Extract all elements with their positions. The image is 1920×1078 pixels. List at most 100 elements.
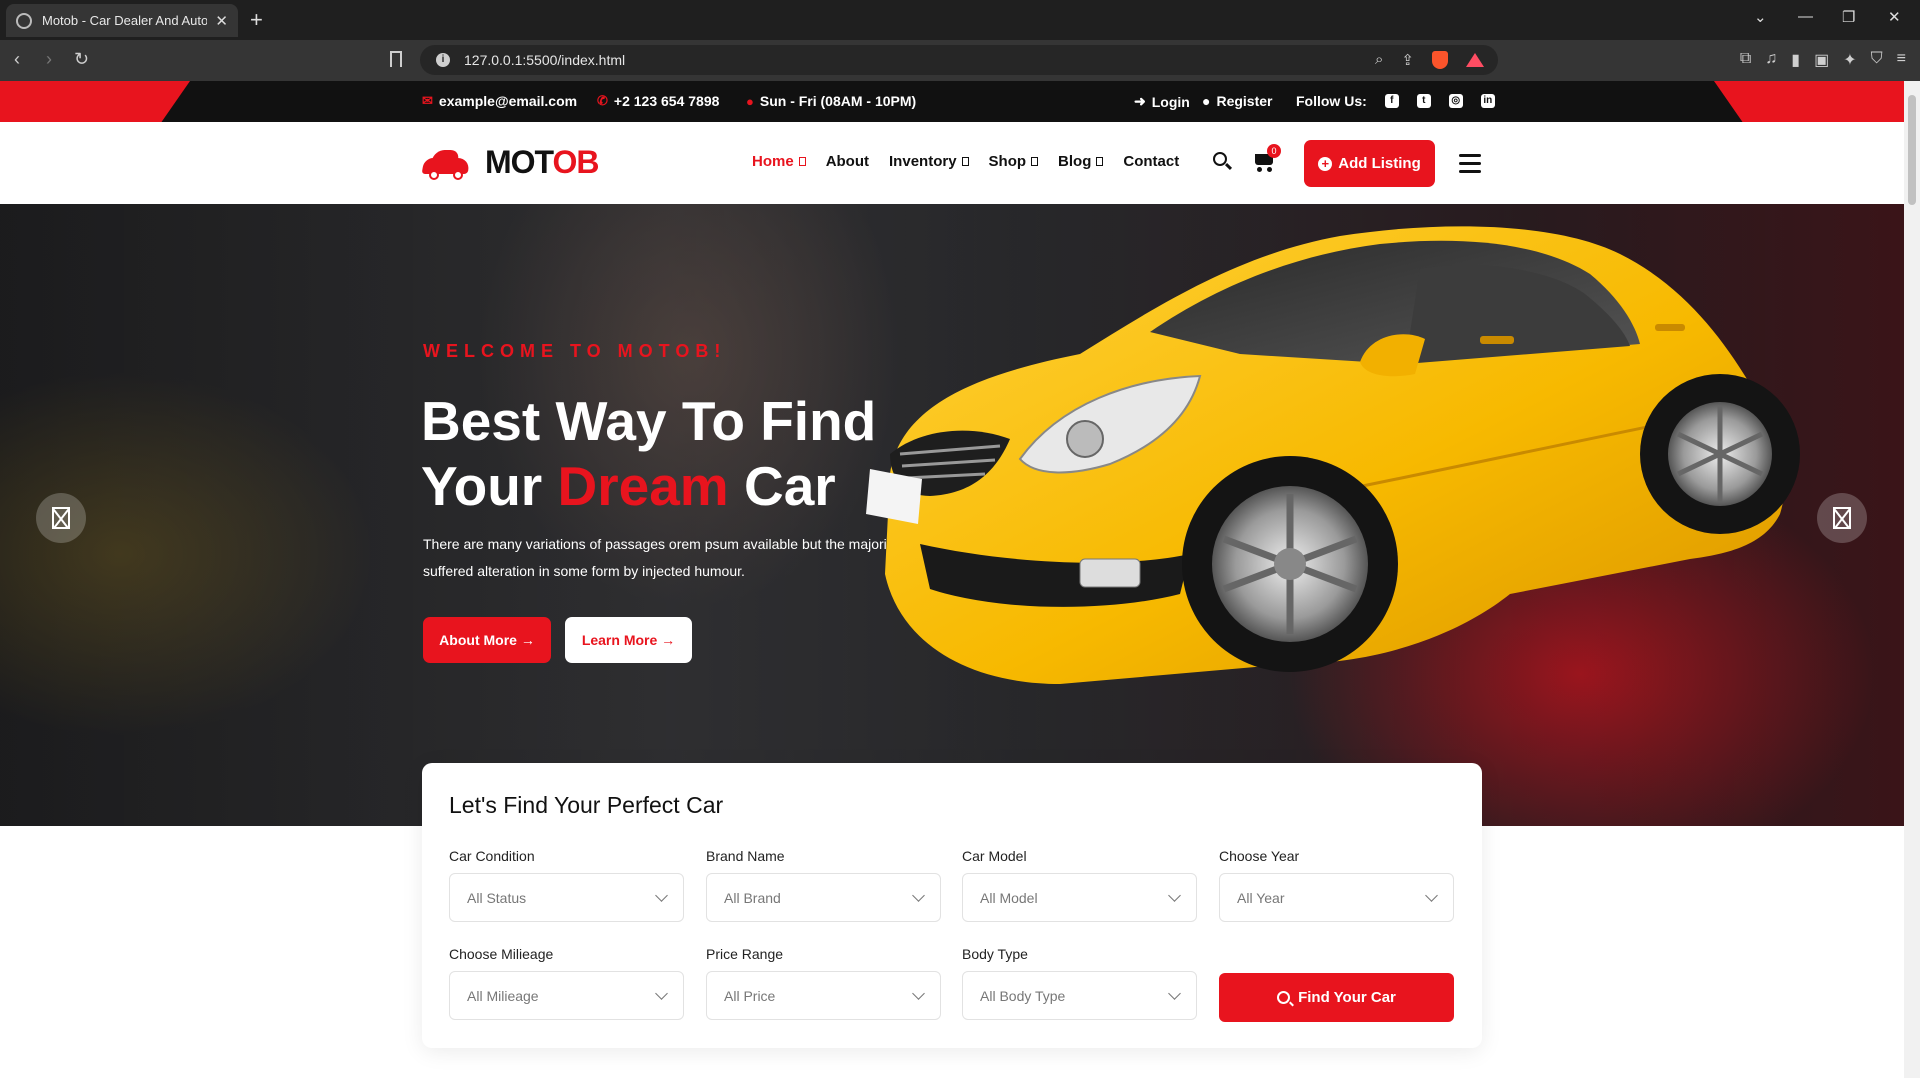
chevron-down-icon	[912, 888, 925, 902]
topbar-red-accent-left	[0, 81, 190, 122]
car-model-label: Car Model	[962, 848, 1027, 864]
hero-subtitle: WELCOME TO MOTOB!	[423, 341, 727, 361]
dropdown-icon	[798, 157, 806, 166]
hamburger-menu-icon[interactable]	[1459, 154, 1481, 173]
back-button[interactable]: ‹	[14, 49, 20, 70]
login-link[interactable]: ➜ Login	[1134, 93, 1190, 110]
restore-button[interactable]: ❐	[1842, 8, 1855, 26]
dropdown-icon	[1031, 157, 1039, 166]
follow-label: Follow Us:	[1296, 93, 1367, 109]
extensions-icon[interactable]: ⧉	[1740, 50, 1751, 70]
follow-us: Follow Us: f t ◎ in	[1296, 93, 1495, 109]
body-type-select[interactable]: All Body Type	[962, 971, 1197, 1020]
wallet-icon[interactable]: ▣	[1814, 50, 1829, 70]
menu-icon[interactable]: ≡	[1897, 50, 1906, 70]
tab-list-icon[interactable]: ⌄	[1754, 8, 1767, 26]
nav-contact[interactable]: Contact	[1123, 153, 1179, 170]
search-icon[interactable]	[1213, 152, 1233, 172]
topbar-email[interactable]: ✉ example@email.com	[422, 93, 577, 109]
price-range-field: Price Range All Price	[706, 946, 941, 1020]
body-type-field: Body Type All Body Type	[962, 946, 1197, 1020]
learn-more-button[interactable]: Learn More →	[565, 617, 692, 663]
topbar-phone[interactable]: ✆ +2 123 654 7898	[597, 93, 719, 109]
plus-icon: +	[1318, 156, 1333, 171]
user-icon: ●	[1202, 93, 1211, 109]
sidebar-icon[interactable]: ▮	[1791, 50, 1800, 70]
login-icon: ➜	[1134, 93, 1146, 109]
browser-tab-bar: Motob - Car Dealer And Autom ✕ + ⌄ — ❐ ✕	[0, 0, 1920, 40]
brave-shields-icon[interactable]	[1432, 51, 1448, 69]
new-tab-button[interactable]: +	[250, 7, 263, 33]
hero-car-image	[866, 226, 1800, 684]
nav-about[interactable]: About	[826, 153, 869, 170]
page-scrollbar[interactable]	[1904, 81, 1920, 1078]
brand-name-select[interactable]: All Brand	[706, 873, 941, 922]
url-text: 127.0.0.1:5500/index.html	[464, 52, 626, 68]
car-condition-select[interactable]: All Status	[449, 873, 684, 922]
address-bar[interactable]: i 127.0.0.1:5500/index.html ⌕ ⇪	[420, 45, 1498, 75]
hero-banner: WELCOME TO MOTOB! Best Way To Find Your …	[0, 204, 1904, 826]
scrollbar-thumb[interactable]	[1908, 95, 1916, 205]
zoom-icon[interactable]: ⌕	[1375, 51, 1383, 69]
top-info-bar: ✉ example@email.com ✆ +2 123 654 7898 ● …	[0, 81, 1904, 122]
cart-count-badge: 0	[1267, 144, 1281, 158]
leo-icon[interactable]: ✦	[1843, 50, 1856, 70]
linkedin-icon[interactable]: in	[1480, 94, 1495, 108]
envelope-icon: ✉	[422, 93, 433, 108]
twitter-icon[interactable]: t	[1416, 94, 1431, 108]
car-condition-field: Car Condition All Status	[449, 848, 684, 922]
choose-year-select[interactable]: All Year	[1219, 873, 1454, 922]
forward-button[interactable]: ›	[46, 49, 52, 70]
brave-rewards-icon[interactable]	[1466, 51, 1484, 67]
car-model-select[interactable]: All Model	[962, 873, 1197, 922]
nav-home[interactable]: Home	[752, 153, 806, 170]
register-link[interactable]: ● Register	[1202, 93, 1273, 109]
car-model-field: Car Model All Model	[962, 848, 1197, 922]
phone-icon: ✆	[597, 93, 608, 108]
chevron-down-icon	[655, 986, 668, 1000]
nav-shop[interactable]: Shop	[989, 153, 1039, 170]
close-window-button[interactable]: ✕	[1888, 8, 1901, 26]
main-nav: Home About Inventory Shop Blog Contact	[752, 153, 1179, 170]
topbar-hours: ● Sun - Fri (08AM - 10PM)	[746, 93, 916, 109]
car-search-form: Let's Find Your Perfect Car Car Conditio…	[422, 763, 1482, 1048]
chevron-down-icon	[1425, 888, 1438, 902]
dropdown-icon	[961, 157, 969, 166]
browser-tab[interactable]: Motob - Car Dealer And Autom ✕	[6, 4, 238, 37]
chevron-down-icon	[1168, 888, 1181, 902]
add-listing-label: Add Listing	[1338, 155, 1421, 172]
share-icon[interactable]: ⇪	[1401, 51, 1414, 69]
vpn-icon[interactable]: ⛉	[1871, 50, 1883, 70]
minimize-button[interactable]: —	[1798, 8, 1813, 25]
facebook-icon[interactable]: f	[1384, 94, 1399, 108]
login-text: Login	[1151, 93, 1190, 110]
instagram-icon[interactable]: ◎	[1448, 94, 1463, 108]
about-more-button[interactable]: About More →	[423, 617, 551, 663]
logo-text: MOTOB	[485, 144, 600, 180]
cart-icon[interactable]: 0	[1252, 144, 1281, 172]
bookmark-icon[interactable]	[390, 51, 402, 67]
browser-toolbar: ‹ › ↻ i 127.0.0.1:5500/index.html ⌕ ⇪ ⧉ …	[0, 40, 1920, 81]
chevron-down-icon	[912, 986, 925, 1000]
media-icon[interactable]: ♫	[1765, 50, 1777, 70]
price-range-select[interactable]: All Price	[706, 971, 941, 1020]
email-text: example@email.com	[438, 93, 578, 109]
add-listing-button[interactable]: + Add Listing	[1304, 140, 1435, 187]
nav-inventory[interactable]: Inventory	[889, 153, 969, 170]
body-type-label: Body Type	[962, 946, 1028, 962]
slider-prev-button[interactable]	[36, 493, 86, 543]
website: ✉ example@email.com ✆ +2 123 654 7898 ● …	[0, 81, 1904, 1078]
mileage-label: Choose Milieage	[449, 946, 554, 962]
slider-next-button[interactable]	[1817, 493, 1867, 543]
mileage-select[interactable]: All Milieage	[449, 971, 684, 1020]
brand-name-field: Brand Name All Brand	[706, 848, 941, 922]
site-logo[interactable]: MOTOB	[421, 144, 600, 181]
reload-button[interactable]: ↻	[74, 49, 89, 70]
nav-blog[interactable]: Blog	[1058, 153, 1104, 170]
hours-text: Sun - Fri (08AM - 10PM)	[759, 93, 917, 109]
site-info-icon[interactable]: i	[436, 53, 450, 67]
close-tab-icon[interactable]: ✕	[215, 12, 228, 30]
clock-icon: ●	[746, 93, 754, 109]
car-condition-label: Car Condition	[449, 848, 535, 864]
find-your-car-button[interactable]: Find Your Car	[1219, 973, 1454, 1022]
